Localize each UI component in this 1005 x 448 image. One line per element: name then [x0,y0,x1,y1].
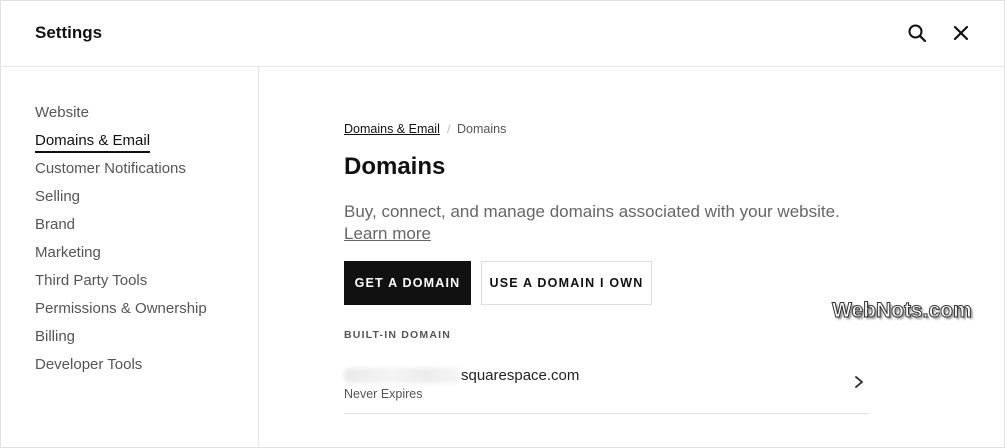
domain-expiry-status: Never Expires [344,387,423,401]
search-button[interactable] [906,22,928,44]
learn-more-link[interactable]: Learn more [344,224,431,244]
sidebar-item-customer-notifications[interactable]: Customer Notifications [35,160,186,177]
settings-sidebar: Website Domains & Email Customer Notific… [1,67,259,448]
sidebar-item-domains-email[interactable]: Domains & Email [35,132,151,153]
header-title: Settings [35,23,103,42]
built-in-domain-label: BUILT-IN DOMAIN [344,329,452,341]
sidebar-item-developer-tools[interactable]: Developer Tools [35,356,142,373]
settings-window: Settings Website Domains & Email Custome… [0,0,1005,448]
sidebar-item-selling[interactable]: Selling [35,188,80,205]
breadcrumb-separator: / [447,122,451,136]
sidebar-item-brand[interactable]: Brand [35,216,75,233]
main-content: Domains & Email / Domains Domains Buy, c… [260,67,1005,448]
redacted-subdomain [344,368,461,383]
sidebar-item-permissions-ownership[interactable]: Permissions & Ownership [35,300,207,317]
close-icon [953,25,969,41]
breadcrumb-parent-link[interactable]: Domains & Email [344,122,440,136]
sidebar-item-marketing[interactable]: Marketing [35,244,101,261]
page-description: Buy, connect, and manage domains associa… [344,202,840,221]
chevron-right-icon [855,376,863,388]
header: Settings [1,1,1005,67]
sidebar-item-third-party-tools[interactable]: Third Party Tools [35,272,147,289]
search-icon [908,24,927,43]
use-a-domain-i-own-button[interactable]: USE A DOMAIN I OWN [481,261,652,305]
watermark-logo: WebNots.com [832,299,973,323]
page-title: Domains [344,153,446,180]
built-in-domain-row[interactable]: squarespace.com Never Expires [344,357,869,414]
domain-name: squarespace.com [461,367,580,384]
close-button[interactable] [950,22,972,44]
get-a-domain-button[interactable]: GET A DOMAIN [344,261,471,305]
sidebar-item-billing[interactable]: Billing [35,328,75,345]
sidebar-item-website[interactable]: Website [35,104,89,121]
breadcrumb-current: Domains [457,122,507,136]
